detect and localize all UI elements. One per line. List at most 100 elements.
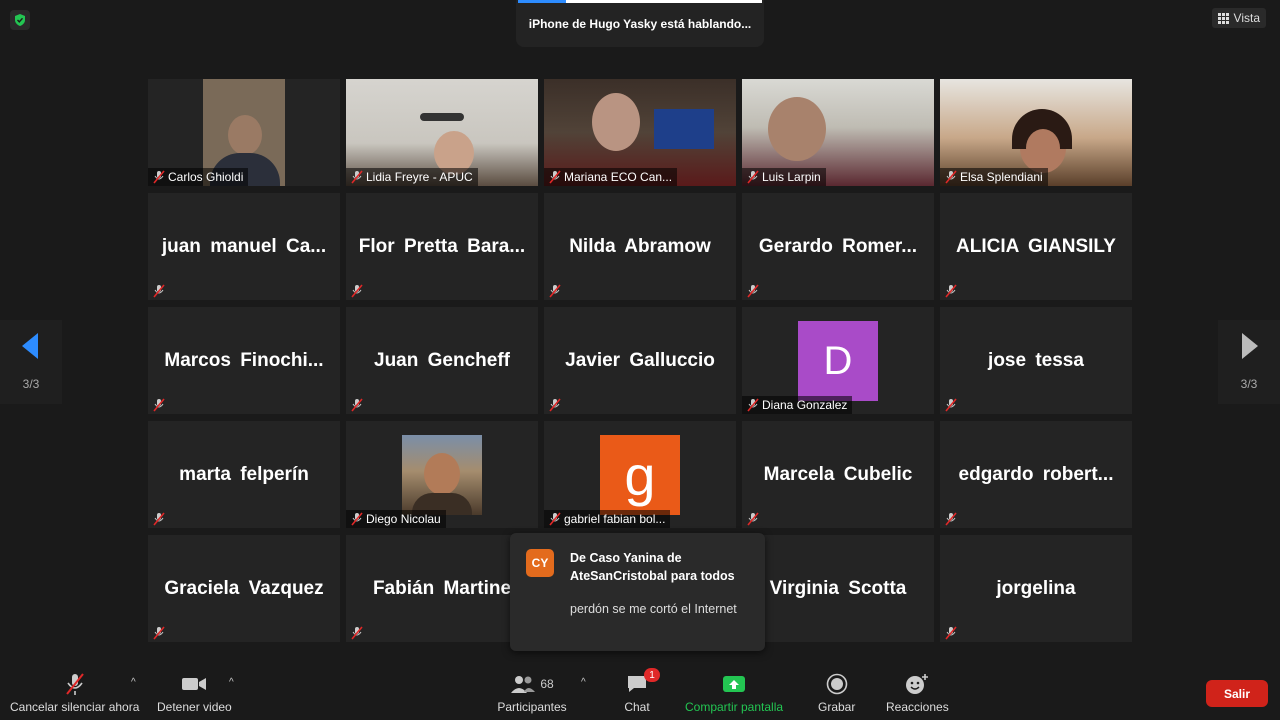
participant-tile[interactable]: Virginia Scotta (742, 535, 934, 642)
participant-name-label: Mariana ECO Can... (544, 168, 678, 186)
video-options-caret[interactable]: ^ (229, 677, 234, 688)
participant-name: Virginia Scotta (769, 577, 907, 599)
record-icon (824, 672, 850, 696)
muted-mic-icon (549, 170, 561, 184)
participant-name: Flor Pretta Bara... (358, 235, 526, 257)
muted-mic-icon (747, 284, 759, 298)
muted-mic-icon (747, 398, 759, 412)
record-button[interactable]: Grabar (818, 672, 855, 714)
participant-name-label: Carlos Ghioldi (148, 168, 249, 186)
participant-tile-video[interactable]: Carlos Ghioldi (148, 79, 340, 186)
active-speaker-text: iPhone de Hugo Yasky está hablando... (528, 16, 752, 31)
chat-notification-popup[interactable]: CY De Caso Yanina de AteSanCristobal par… (510, 533, 765, 651)
participants-label: Participantes (497, 700, 567, 714)
page-indicator-left: 3/3 (22, 377, 40, 391)
muted-mic-icon (747, 170, 759, 184)
grid-view-icon (1217, 12, 1229, 24)
security-shield-icon[interactable] (10, 10, 30, 30)
participant-name-label: Luis Larpin (742, 168, 826, 186)
participant-name: Gerardo Romer... (758, 235, 918, 257)
meeting-toolbar: Cancelar silenciar ahora ^ Detener video… (0, 664, 1280, 720)
reactions-button[interactable]: Reacciones (886, 672, 949, 714)
video-label: Detener video (157, 700, 232, 714)
muted-mic-icon (62, 672, 88, 696)
participant-tile[interactable]: Flor Pretta Bara... (346, 193, 538, 300)
audio-options-caret[interactable]: ^ (131, 677, 136, 688)
participant-tile[interactable]: jose tessa (940, 307, 1132, 414)
participant-name: jorgelina (996, 577, 1076, 599)
muted-mic-icon (153, 398, 165, 412)
muted-mic-icon (351, 512, 363, 526)
participant-tile[interactable]: edgardo robert... (940, 421, 1132, 528)
participant-name: edgardo robert... (958, 463, 1114, 485)
participants-icon: 68 (496, 672, 568, 696)
participant-tile[interactable]: Gerardo Romer... (742, 193, 934, 300)
chat-sender: De Caso Yanina de AteSanCristobal para t… (570, 551, 735, 583)
participants-button[interactable]: 68 Participantes (496, 672, 568, 714)
smiley-plus-icon (904, 672, 930, 696)
chat-label: Chat (624, 700, 650, 714)
participant-name-label: Diego Nicolau (346, 510, 446, 528)
participant-name: Juan Gencheff (374, 349, 510, 371)
video-camera-icon (181, 672, 207, 696)
speaker-progress-bar (518, 0, 762, 3)
leave-meeting-button[interactable]: Salir (1206, 680, 1268, 707)
participant-tile[interactable]: Marcos Finochi... (148, 307, 340, 414)
chat-unread-badge: 1 (644, 668, 660, 682)
participant-tile[interactable]: ALICIA GIANSILY (940, 193, 1132, 300)
participant-tile-video[interactable]: Mariana ECO Can... (544, 79, 736, 186)
participant-tile[interactable]: Nilda Abramow (544, 193, 736, 300)
participant-tile[interactable]: Marcela Cubelic (742, 421, 934, 528)
participant-tile[interactable]: Juan Gencheff (346, 307, 538, 414)
reactions-label: Reacciones (886, 700, 949, 714)
muted-mic-icon (549, 398, 561, 412)
participant-name-label: Diana Gonzalez (742, 396, 853, 414)
stop-video-button[interactable]: Detener video (157, 672, 232, 714)
chat-message: perdón se me cortó el Internet (570, 602, 737, 616)
share-screen-icon (721, 672, 747, 696)
participant-tile-video[interactable]: Luis Larpin (742, 79, 934, 186)
muted-mic-icon (549, 512, 561, 526)
participant-name-label: Lidia Freyre - APUC (346, 168, 478, 186)
muted-mic-icon (945, 284, 957, 298)
muted-mic-icon (153, 512, 165, 526)
participant-name-label: Elsa Splendiani (940, 168, 1048, 186)
participant-name: Marcela Cubelic (763, 463, 913, 485)
chat-button[interactable]: 1 Chat (624, 668, 660, 714)
participant-name: marta felperín (179, 463, 309, 485)
muted-mic-icon (153, 170, 165, 184)
participant-tile[interactable]: marta felperín (148, 421, 340, 528)
participant-name: Nilda Abramow (569, 235, 711, 257)
previous-page-button[interactable]: 3/3 (0, 320, 62, 404)
participant-name: juan manuel Ca... (161, 235, 327, 257)
participant-tile[interactable]: juan manuel Ca... (148, 193, 340, 300)
participant-tile[interactable]: jorgelina (940, 535, 1132, 642)
muted-mic-icon (549, 284, 561, 298)
view-button[interactable]: Vista (1211, 8, 1266, 28)
participant-tile-video[interactable]: Lidia Freyre - APUC (346, 79, 538, 186)
participants-options-caret[interactable]: ^ (581, 677, 586, 688)
next-page-button[interactable]: 3/3 (1218, 320, 1280, 404)
view-label: Vista (1233, 11, 1260, 25)
participant-name: ALICIA GIANSILY (956, 235, 1116, 257)
participant-tile-video[interactable]: Elsa Splendiani (940, 79, 1132, 186)
share-screen-button[interactable]: Compartir pantalla (685, 672, 783, 714)
participant-tile-avatar[interactable]: D Diana Gonzalez (742, 307, 934, 414)
muted-mic-icon (945, 512, 957, 526)
participant-tile-avatar[interactable]: g gabriel fabian bol... (544, 421, 736, 528)
participant-name: Marcos Finochi... (164, 349, 324, 371)
participant-tile-avatar[interactable]: Diego Nicolau (346, 421, 538, 528)
page-indicator-right: 3/3 (1240, 377, 1258, 391)
unmute-label: Cancelar silenciar ahora (10, 700, 140, 714)
unmute-button[interactable]: Cancelar silenciar ahora (10, 672, 139, 714)
muted-mic-icon (153, 284, 165, 298)
active-speaker-banner: iPhone de Hugo Yasky está hablando... (516, 0, 764, 47)
participant-tile[interactable]: Javier Galluccio (544, 307, 736, 414)
arrow-left-icon (22, 333, 38, 359)
participant-tile[interactable]: Graciela Vazquez (148, 535, 340, 642)
share-screen-label: Compartir pantalla (685, 700, 784, 714)
participant-name: Graciela Vazquez (164, 577, 324, 599)
muted-mic-icon (351, 170, 363, 184)
muted-mic-icon (351, 284, 363, 298)
muted-mic-icon (351, 626, 363, 640)
